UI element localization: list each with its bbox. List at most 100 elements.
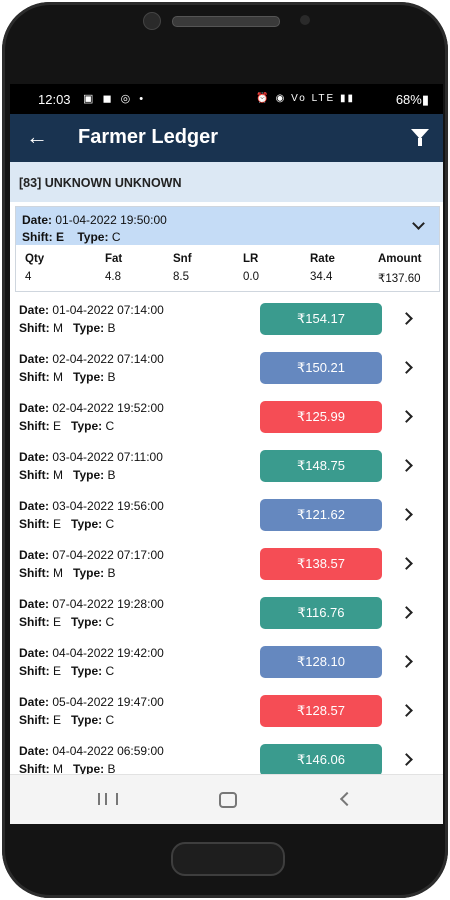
amount-badge[interactable]: ₹150.21 [260, 352, 382, 384]
date-label: Date: [19, 352, 50, 366]
row-date: 04-04-2022 19:42:00 [52, 646, 164, 660]
row-type: C [105, 713, 115, 727]
shift-label: Shift: [19, 321, 50, 335]
row-type: C [105, 664, 115, 678]
row-date: 03-04-2022 07:11:00 [52, 450, 163, 464]
row-date-line: Date: 01-04-2022 07:14:00 [19, 303, 164, 317]
amount-badge[interactable]: ₹154.17 [260, 303, 382, 335]
entry-shift: E [56, 230, 65, 244]
filter-icon[interactable] [411, 129, 429, 146]
row-shift: M [53, 321, 63, 335]
row-date-line: Date: 05-04-2022 19:47:00 [19, 695, 164, 709]
row-type: B [107, 321, 116, 335]
nav-back-icon[interactable] [339, 791, 355, 807]
rate-value: 34.4 [310, 271, 333, 283]
date-label: Date: [19, 695, 50, 709]
row-type: C [105, 615, 115, 629]
type-label: Type: [71, 713, 103, 727]
amount-badge[interactable]: ₹128.57 [260, 695, 382, 727]
status-time: 12:03 [38, 92, 71, 107]
list-item[interactable]: Date: 03-04-2022 19:56:00 Shift: E Type:… [10, 491, 443, 542]
row-shift: E [53, 664, 62, 678]
type-label: Type: [71, 664, 103, 678]
row-shift-line: Shift: E Type: C [19, 713, 114, 727]
chevron-right-icon[interactable] [400, 410, 413, 423]
shift-label: Shift: [19, 468, 50, 482]
row-shift: E [53, 713, 62, 727]
notification-icons: ▣ ◼ ◎ • [83, 93, 147, 105]
row-type: B [107, 370, 116, 384]
list-item[interactable]: Date: 02-04-2022 19:52:00 Shift: E Type:… [10, 393, 443, 444]
shift-label: Shift: [19, 664, 50, 678]
row-date-line: Date: 02-04-2022 07:14:00 [19, 352, 164, 366]
entry-date: 01-04-2022 19:50:00 [55, 213, 167, 227]
amount-badge[interactable]: ₹148.75 [260, 450, 382, 482]
chevron-right-icon[interactable] [400, 753, 413, 766]
amount-badge[interactable]: ₹121.62 [260, 499, 382, 531]
list-item[interactable]: Date: 02-04-2022 07:14:00 Shift: M Type:… [10, 344, 443, 395]
back-arrow-icon[interactable]: ← [26, 124, 48, 150]
type-label: Type: [71, 615, 103, 629]
row-shift: E [53, 419, 62, 433]
farmer-header: [83] UNKNOWN UNKNOWN [10, 162, 443, 202]
date-label: Date: [22, 213, 53, 227]
list-item[interactable]: Date: 05-04-2022 19:47:00 Shift: E Type:… [10, 687, 443, 738]
chevron-right-icon[interactable] [400, 508, 413, 521]
expanded-entry-header[interactable]: Date: 01-04-2022 19:50:00 Shift: E Type:… [16, 207, 439, 245]
battery-level: 68%▮ [395, 92, 429, 107]
chevron-right-icon[interactable] [400, 312, 413, 325]
date-label: Date: [19, 646, 50, 660]
chevron-right-icon[interactable] [400, 361, 413, 374]
amount-value: ₹137.60 [378, 273, 421, 285]
qty-value: 4 [25, 271, 32, 283]
list-item[interactable]: Date: 04-04-2022 19:42:00 Shift: E Type:… [10, 638, 443, 689]
type-label: Type: [71, 419, 103, 433]
date-label: Date: [19, 597, 50, 611]
chevron-right-icon[interactable] [400, 606, 413, 619]
front-camera [143, 12, 161, 30]
list-item[interactable]: Date: 07-04-2022 07:17:00 Shift: M Type:… [10, 540, 443, 591]
system-nav-bar [10, 774, 443, 824]
date-label: Date: [19, 744, 50, 758]
chevron-right-icon[interactable] [400, 459, 413, 472]
row-date-line: Date: 07-04-2022 19:28:00 [19, 597, 164, 611]
row-shift-line: Shift: M Type: B [19, 468, 116, 482]
amount-badge[interactable]: ₹138.57 [260, 548, 382, 580]
row-shift-line: Shift: M Type: B [19, 321, 116, 335]
shift-label: Shift: [19, 517, 50, 531]
chevron-right-icon[interactable] [400, 557, 413, 570]
snf-value: 8.5 [173, 271, 189, 283]
shift-label: Shift: [19, 419, 50, 433]
hardware-home-button[interactable] [171, 842, 285, 876]
date-label: Date: [19, 401, 50, 415]
date-label: Date: [19, 450, 50, 464]
amount-badge[interactable]: ₹128.10 [260, 646, 382, 678]
chevron-right-icon[interactable] [400, 704, 413, 717]
list-item[interactable]: Date: 03-04-2022 07:11:00 Shift: M Type:… [10, 442, 443, 493]
home-icon[interactable] [219, 792, 237, 808]
amount-badge[interactable]: ₹116.76 [260, 597, 382, 629]
row-date: 07-04-2022 19:28:00 [52, 597, 164, 611]
recents-icon[interactable] [98, 793, 118, 805]
list-item[interactable]: Date: 01-04-2022 07:14:00 Shift: M Type:… [10, 295, 443, 346]
lr-value: 0.0 [243, 271, 259, 283]
amount-badge[interactable]: ₹125.99 [260, 401, 382, 433]
row-shift-line: Shift: E Type: C [19, 615, 114, 629]
shift-label: Shift: [19, 370, 50, 384]
type-label: Type: [73, 566, 105, 580]
status-bar: 12:03 ▣ ◼ ◎ • ⏰ ◉ Vo LTE ▮▮ 68%▮ [10, 84, 443, 114]
row-shift-line: Shift: M Type: B [19, 566, 116, 580]
row-type: B [107, 468, 116, 482]
type-label: Type: [73, 468, 105, 482]
type-label: Type: [71, 517, 103, 531]
date-label: Date: [19, 548, 50, 562]
chevron-down-icon[interactable] [412, 217, 425, 230]
chevron-right-icon[interactable] [400, 655, 413, 668]
shift-label: Shift: [19, 713, 50, 727]
amount-badge[interactable]: ₹146.06 [260, 744, 382, 776]
row-shift-line: Shift: E Type: C [19, 517, 114, 531]
lr-header: LR [243, 253, 259, 265]
shift-label: Shift: [19, 566, 50, 580]
expanded-entry-card: Date: 01-04-2022 19:50:00 Shift: E Type:… [15, 206, 440, 292]
list-item[interactable]: Date: 07-04-2022 19:28:00 Shift: E Type:… [10, 589, 443, 640]
